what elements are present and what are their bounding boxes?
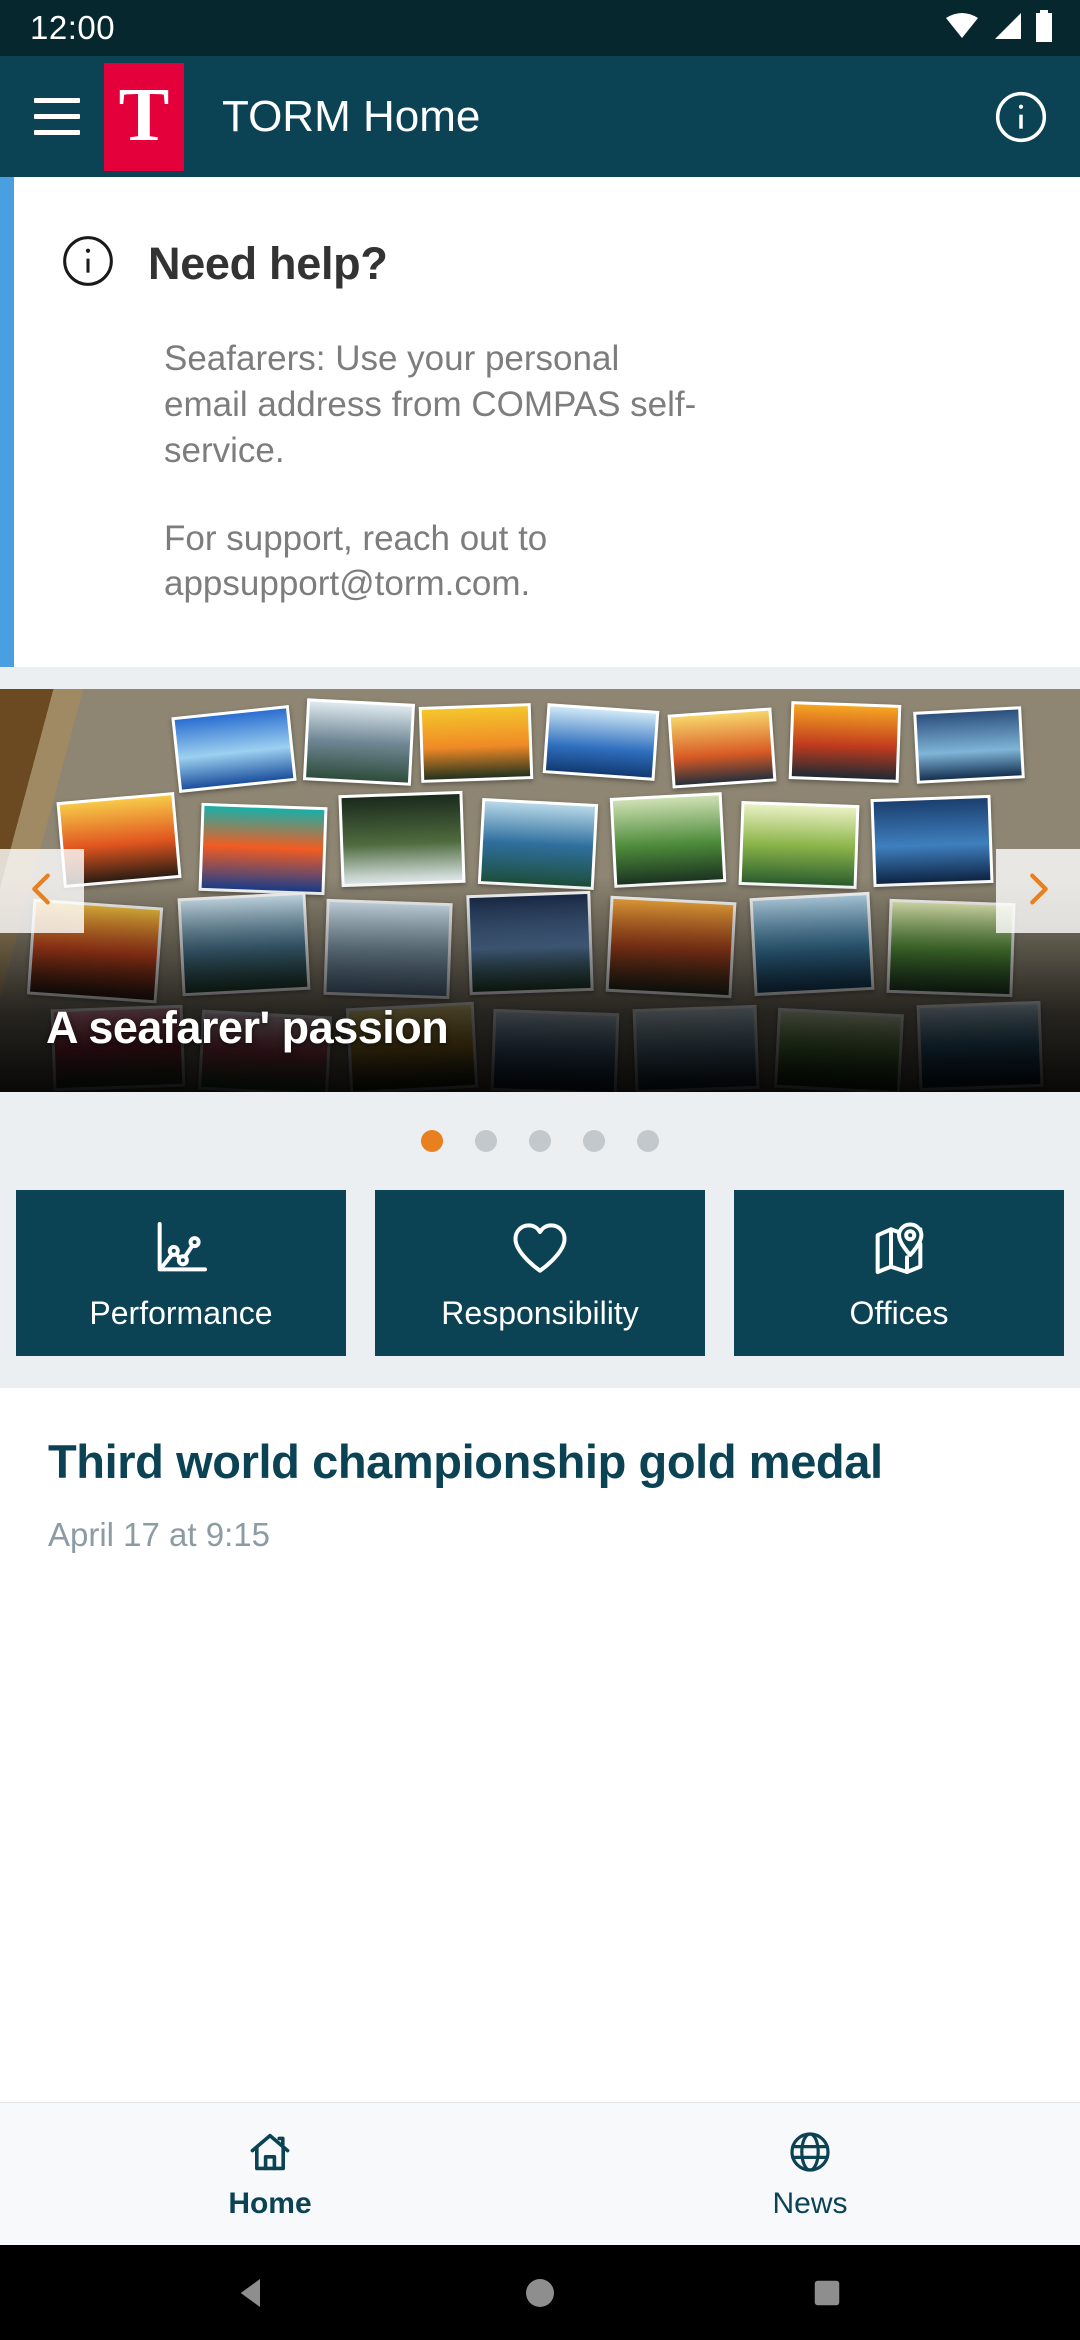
carousel-caption-gradient [0, 877, 1080, 1093]
quick-action-tiles: Performance Responsibility Offices [0, 1190, 1080, 1389]
chevron-left-icon [19, 866, 65, 917]
info-circle-icon[interactable] [990, 86, 1052, 148]
map-pin-icon [867, 1215, 931, 1281]
chevron-right-icon [1015, 866, 1061, 917]
help-card-accent-bar [0, 177, 14, 668]
home-circle-icon[interactable] [505, 2258, 575, 2328]
globe-icon [786, 2127, 834, 2177]
page-title: TORM Home [222, 91, 481, 141]
tile-performance[interactable]: Performance [16, 1190, 346, 1357]
carousel-dot[interactable] [583, 1130, 605, 1153]
logo-letter: T [118, 72, 170, 157]
tile-label: Responsibility [441, 1294, 639, 1331]
help-card: Need help? Seafarers: Use your personal … [0, 177, 1080, 668]
battery-icon [1034, 9, 1054, 47]
phone-screen: 12:00 T TORM Home Need help? Seafarers: … [0, 0, 1080, 2340]
status-bar: 12:00 [0, 0, 1080, 56]
nav-label: Home [228, 2187, 312, 2220]
help-card-body: Seafarers: Use your personal email addre… [60, 336, 1040, 607]
status-bar-clock: 12:00 [30, 9, 116, 46]
news-date: April 17 at 9:15 [48, 1515, 270, 1553]
cellular-signal-icon [991, 11, 1023, 46]
main-content: Need help? Seafarers: Use your personal … [0, 177, 1080, 2102]
android-navigation-bar [0, 2245, 1080, 2340]
help-card-title: Need help? [148, 237, 388, 289]
image-carousel[interactable]: A seafarer' passion [0, 689, 1080, 1093]
help-card-header: Need help? [60, 233, 1040, 294]
status-bar-icons [944, 9, 1054, 47]
nav-item-home[interactable]: Home [0, 2103, 540, 2245]
recents-square-icon[interactable] [792, 2258, 862, 2328]
carousel-next-button[interactable] [996, 849, 1080, 934]
back-triangle-icon[interactable] [218, 2258, 288, 2328]
torm-logo: T [104, 62, 184, 171]
carousel-caption: A seafarer' passion [46, 1002, 449, 1054]
line-chart-icon [149, 1215, 213, 1281]
tile-offices[interactable]: Offices [734, 1190, 1064, 1357]
house-icon [246, 2127, 294, 2177]
info-circle-icon [60, 233, 116, 294]
tile-responsibility[interactable]: Responsibility [375, 1190, 705, 1357]
carousel-dot[interactable] [475, 1130, 497, 1153]
nav-label: News [772, 2187, 848, 2220]
carousel-dot[interactable] [529, 1130, 551, 1153]
help-card-paragraph: Seafarers: Use your personal email addre… [164, 339, 697, 470]
hamburger-menu-icon[interactable] [26, 86, 88, 148]
tile-label: Offices [849, 1294, 949, 1331]
news-headline: Third world championship gold medal [48, 1435, 883, 1489]
tile-label: Performance [89, 1294, 273, 1331]
carousel-pagination-dots [0, 1092, 1080, 1191]
carousel-prev-button[interactable] [0, 849, 84, 934]
app-bar: T TORM Home [0, 56, 1080, 177]
nav-item-news[interactable]: News [540, 2103, 1080, 2245]
carousel-dot[interactable] [421, 1130, 443, 1153]
carousel-dot[interactable] [637, 1130, 659, 1153]
news-card[interactable]: Third world championship gold medal Apri… [0, 1388, 1080, 2102]
bottom-navigation-bar: Home News [0, 2102, 1080, 2245]
wifi-icon [944, 11, 980, 46]
help-card-paragraph: For support, reach out to appsupport@tor… [164, 518, 548, 604]
heart-icon [508, 1215, 572, 1281]
